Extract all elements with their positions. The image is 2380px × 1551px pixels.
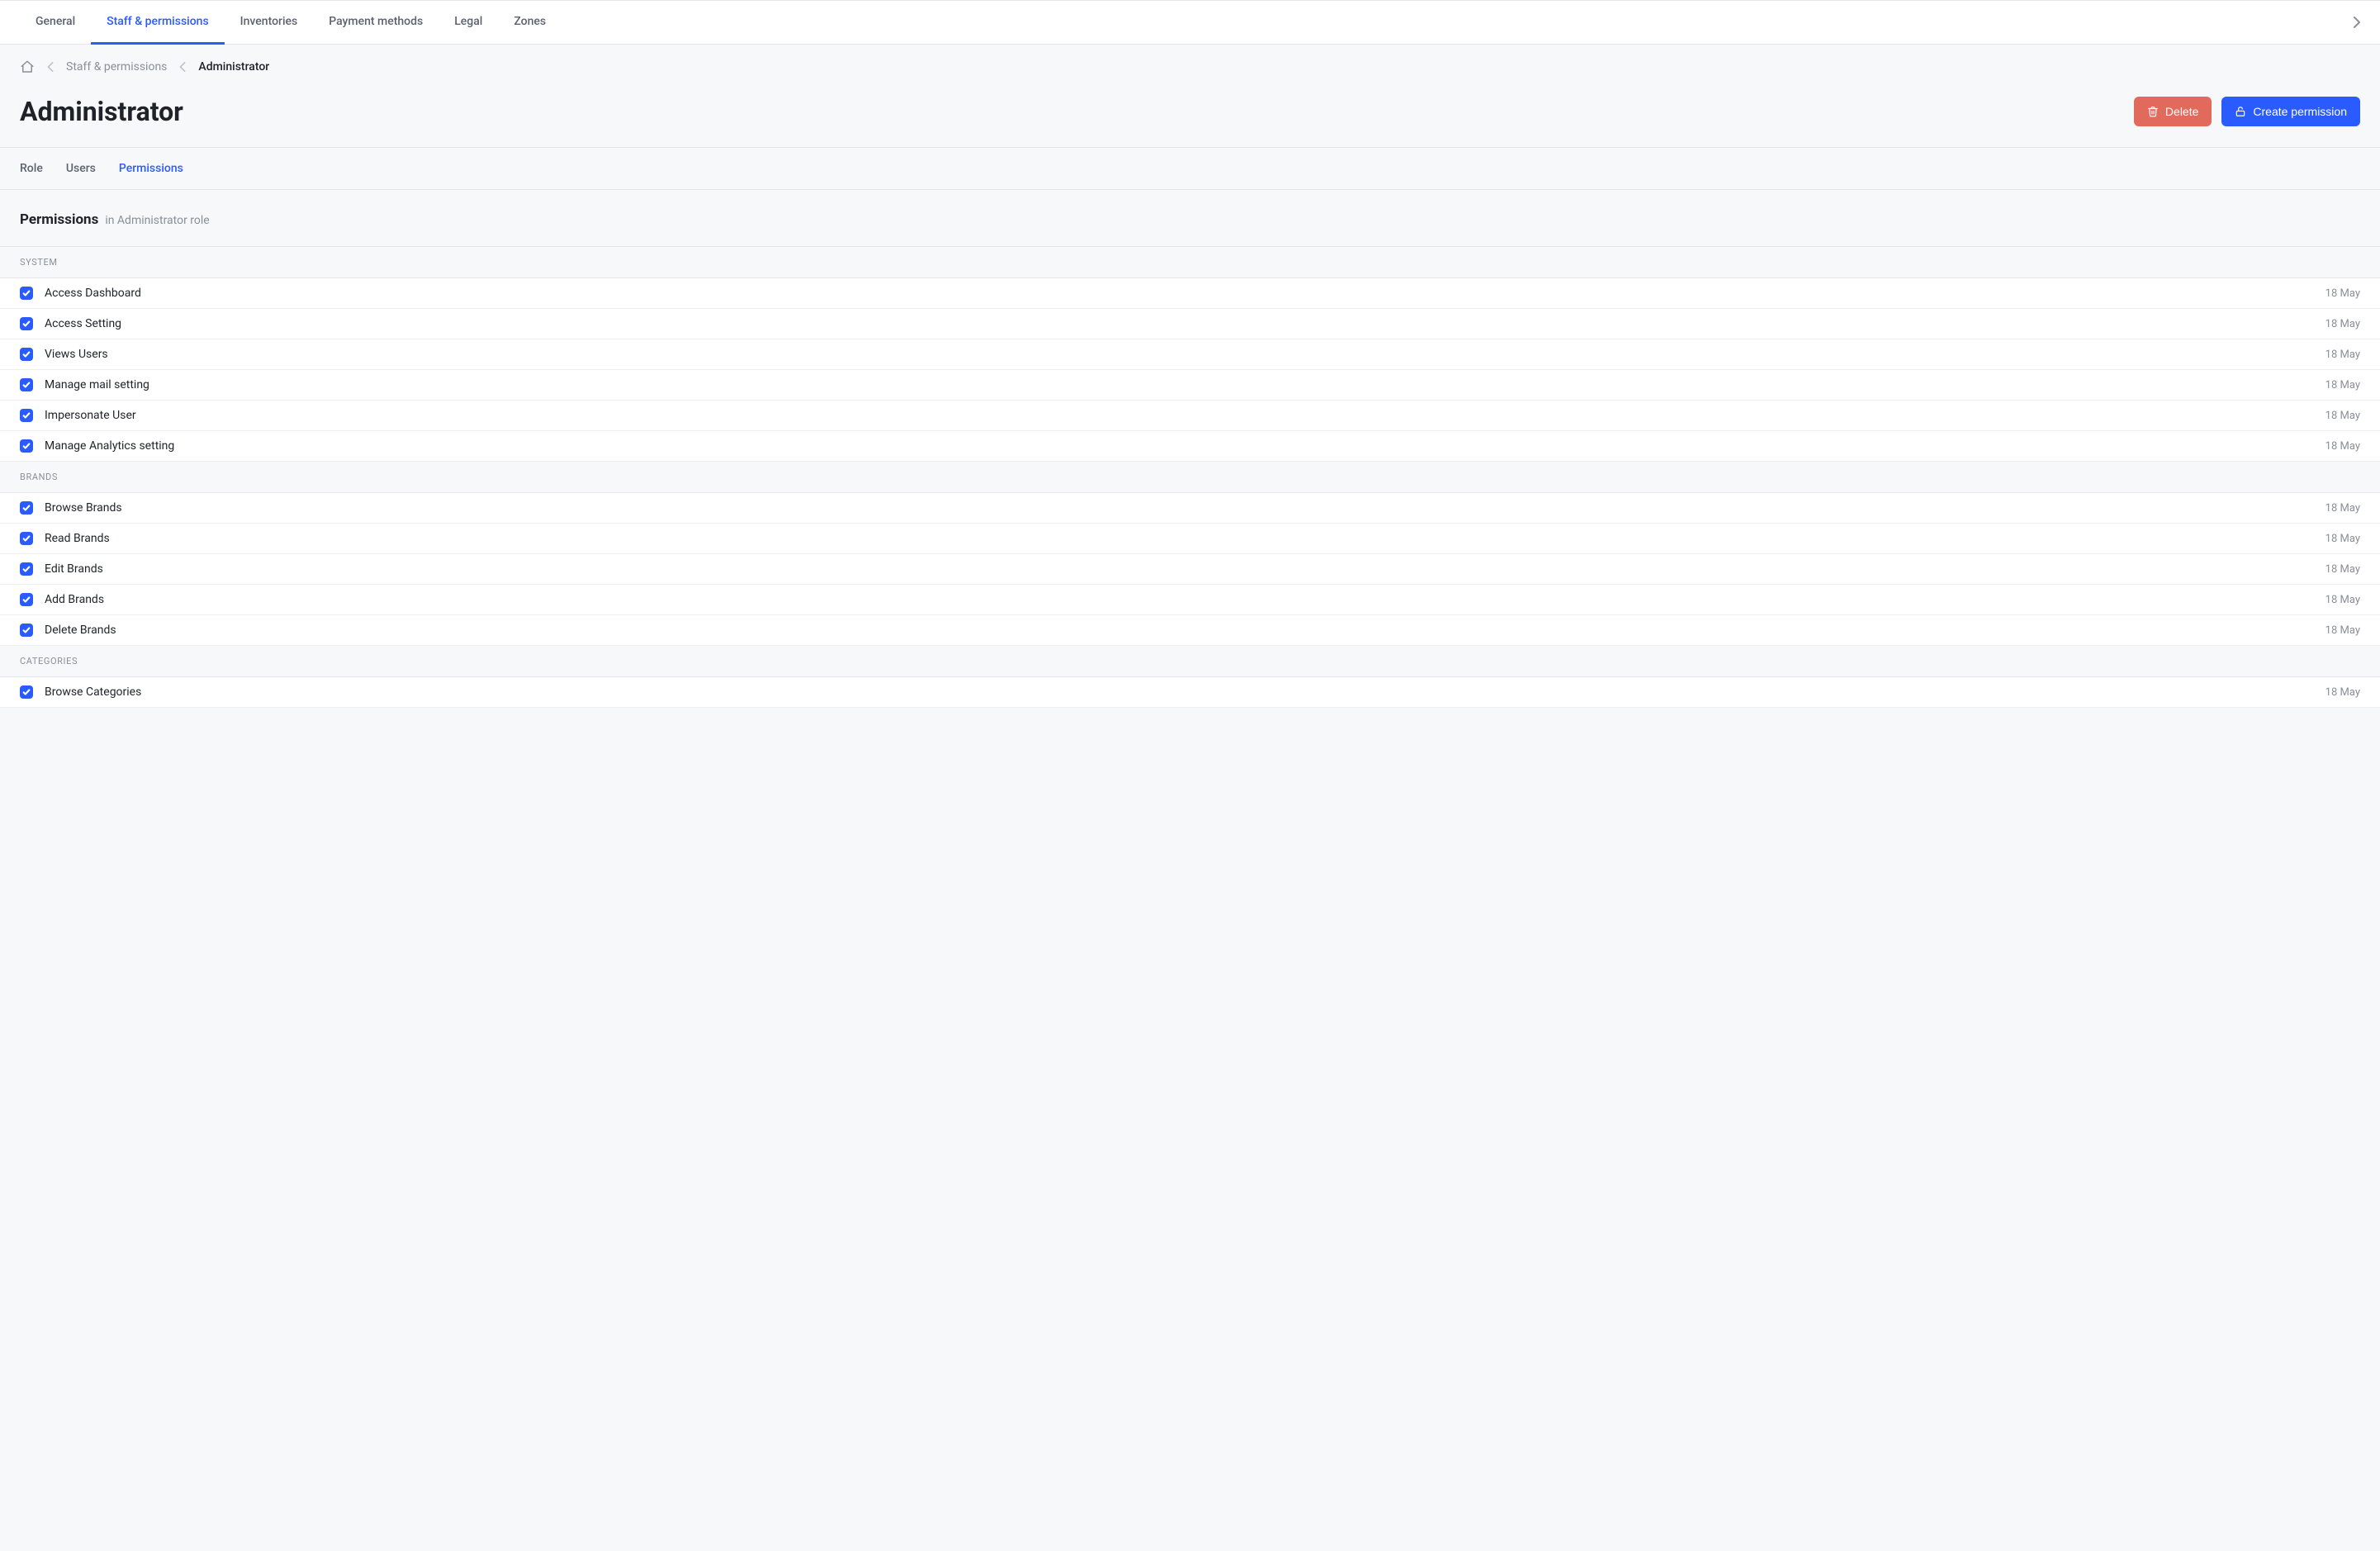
permission-label: Browse Categories <box>45 685 2325 699</box>
permission-row: Read Brands18 May <box>0 524 2380 554</box>
breadcrumb-item-current: Administrator <box>198 60 269 74</box>
title-row: Administrator Delete Create permission <box>20 96 2360 147</box>
permission-group-label: BRANDS <box>0 462 2380 493</box>
permission-checkbox[interactable] <box>20 562 33 576</box>
topnav-item-payment-methods[interactable]: Payment methods <box>313 0 439 45</box>
permission-checkbox[interactable] <box>20 287 33 300</box>
permission-groups: SYSTEMAccess Dashboard18 MayAccess Setti… <box>0 247 2380 708</box>
permission-checkbox[interactable] <box>20 624 33 637</box>
permission-date: 18 May <box>2325 502 2360 515</box>
topnav-item-general[interactable]: General <box>20 0 91 45</box>
lock-icon <box>2235 106 2246 117</box>
topnav-item-zones[interactable]: Zones <box>498 0 562 45</box>
permission-row: Manage Analytics setting18 May <box>0 431 2380 462</box>
permission-label: Add Brands <box>45 593 2325 606</box>
home-icon[interactable] <box>20 59 35 74</box>
permission-row: Browse Categories18 May <box>0 677 2380 708</box>
permission-checkbox[interactable] <box>20 378 33 391</box>
permission-label: Views Users <box>45 348 2325 361</box>
permission-label: Delete Brands <box>45 624 2325 637</box>
permission-date: 18 May <box>2325 349 2360 361</box>
permission-date: 18 May <box>2325 594 2360 606</box>
permission-label: Read Brands <box>45 532 2325 545</box>
topnav-item-legal[interactable]: Legal <box>439 0 498 45</box>
permission-row: Access Dashboard18 May <box>0 278 2380 309</box>
permission-row: Edit Brands18 May <box>0 554 2380 585</box>
topnav-label: Legal <box>454 15 482 28</box>
topnav-label: Payment methods <box>329 15 423 28</box>
permission-row: Views Users18 May <box>0 339 2380 370</box>
permission-label: Browse Brands <box>45 501 2325 515</box>
permission-label: Edit Brands <box>45 562 2325 576</box>
permission-label: Manage Analytics setting <box>45 439 2325 453</box>
permission-checkbox[interactable] <box>20 409 33 422</box>
permission-date: 18 May <box>2325 686 2360 699</box>
create-permission-button-label: Create permission <box>2253 105 2347 118</box>
create-permission-button[interactable]: Create permission <box>2221 97 2360 126</box>
tab-users[interactable]: Users <box>66 162 96 175</box>
tab-role[interactable]: Role <box>20 162 43 175</box>
chevron-left-icon <box>46 61 55 73</box>
breadcrumb: Staff & permissions Administrator <box>20 59 2360 74</box>
permission-date: 18 May <box>2325 318 2360 330</box>
permission-date: 18 May <box>2325 440 2360 453</box>
breadcrumb-item-staff-permissions[interactable]: Staff & permissions <box>66 60 167 74</box>
permission-checkbox[interactable] <box>20 439 33 453</box>
topnav-label: General <box>36 15 75 28</box>
permission-row: Impersonate User18 May <box>0 401 2380 431</box>
permission-row: Browse Brands18 May <box>0 493 2380 524</box>
page-title: Administrator <box>20 96 183 127</box>
permission-row: Access Setting18 May <box>0 309 2380 339</box>
trash-icon <box>2147 106 2159 117</box>
chevron-left-icon <box>178 61 187 73</box>
chevron-right-icon <box>2353 17 2361 28</box>
permission-date: 18 May <box>2325 379 2360 391</box>
permission-date: 18 May <box>2325 563 2360 576</box>
permission-row: Delete Brands18 May <box>0 615 2380 646</box>
topnav-label: Inventories <box>240 15 298 28</box>
permission-date: 18 May <box>2325 410 2360 422</box>
topnav-label: Zones <box>514 15 546 28</box>
permission-row: Manage mail setting18 May <box>0 370 2380 401</box>
permission-checkbox[interactable] <box>20 593 33 606</box>
permission-group-label: SYSTEM <box>0 247 2380 278</box>
header-area: Staff & permissions Administrator Admini… <box>0 45 2380 147</box>
permission-checkbox[interactable] <box>20 501 33 515</box>
permission-label: Access Setting <box>45 317 2325 330</box>
section-subtitle: in Administrator role <box>105 214 209 227</box>
permission-label: Impersonate User <box>45 409 2325 422</box>
permission-date: 18 May <box>2325 533 2360 545</box>
top-nav: General Staff & permissions Inventories … <box>0 0 2380 45</box>
section-header: Permissions in Administrator role <box>0 190 2380 247</box>
permission-checkbox[interactable] <box>20 685 33 699</box>
permission-group-label: CATEGORIES <box>0 646 2380 677</box>
topnav-item-inventories[interactable]: Inventories <box>225 0 314 45</box>
sub-tabs: Role Users Permissions <box>0 147 2380 190</box>
permission-date: 18 May <box>2325 287 2360 300</box>
permission-checkbox[interactable] <box>20 317 33 330</box>
permission-label: Manage mail setting <box>45 378 2325 391</box>
permission-date: 18 May <box>2325 624 2360 637</box>
permission-label: Access Dashboard <box>45 287 2325 300</box>
topnav-label: Staff & permissions <box>107 15 209 28</box>
topnav-item-staff-permissions[interactable]: Staff & permissions <box>91 0 225 45</box>
page-actions: Delete Create permission <box>2134 97 2360 126</box>
tab-permissions[interactable]: Permissions <box>119 162 183 175</box>
section-title: Permissions <box>20 211 98 228</box>
topnav-scroll-right-button[interactable] <box>2347 12 2367 32</box>
delete-button[interactable]: Delete <box>2134 97 2212 126</box>
permission-checkbox[interactable] <box>20 532 33 545</box>
permission-checkbox[interactable] <box>20 348 33 361</box>
delete-button-label: Delete <box>2165 105 2198 118</box>
permission-row: Add Brands18 May <box>0 585 2380 615</box>
